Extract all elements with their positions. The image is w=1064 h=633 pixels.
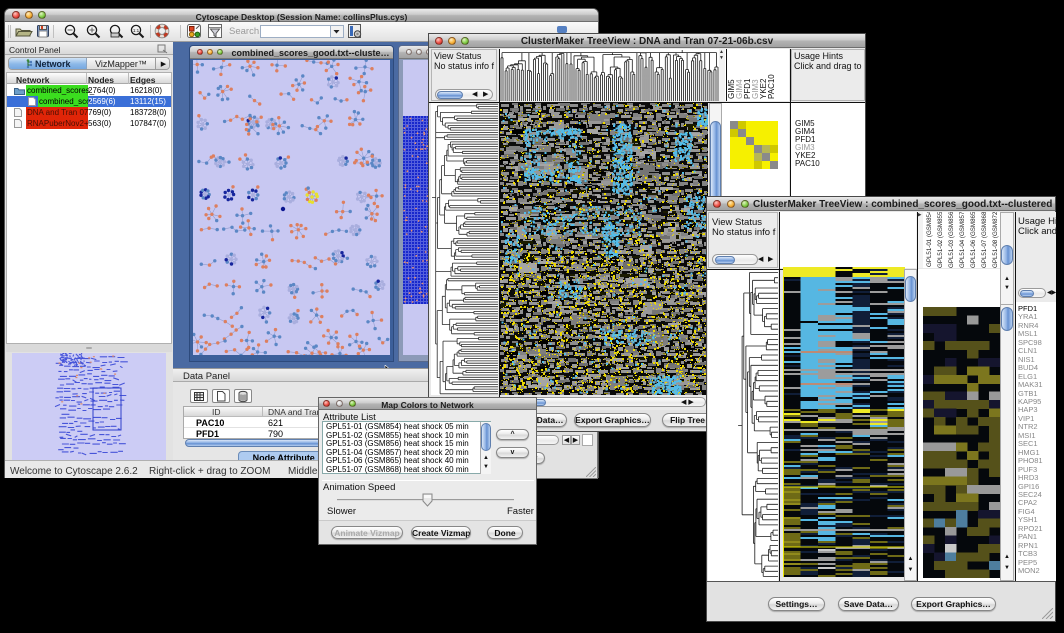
svg-text:GPL51-04 (GSM857): GPL51-04 (GSM857) xyxy=(959,212,966,268)
svg-text:1:1: 1:1 xyxy=(133,28,140,33)
svg-text:GPL51-08 (GSM872): GPL51-08 (GSM872) xyxy=(992,212,999,268)
svg-text:GPL51-01 (GSM854): GPL51-01 (GSM854) xyxy=(926,212,933,267)
svg-text:GPL51-06 (GSM865): GPL51-06 (GSM865) xyxy=(970,212,977,268)
svg-text:Search:: Search: xyxy=(229,26,262,37)
svg-text:GPL51-02 (GSM855): GPL51-02 (GSM855) xyxy=(937,212,944,268)
svg-text:GPL51-07 (GSM868): GPL51-07 (GSM868) xyxy=(981,212,988,268)
svg-text:PAC10: PAC10 xyxy=(767,74,776,99)
svg-text:GPL51-03 (GSM856): GPL51-03 (GSM856) xyxy=(948,212,955,268)
